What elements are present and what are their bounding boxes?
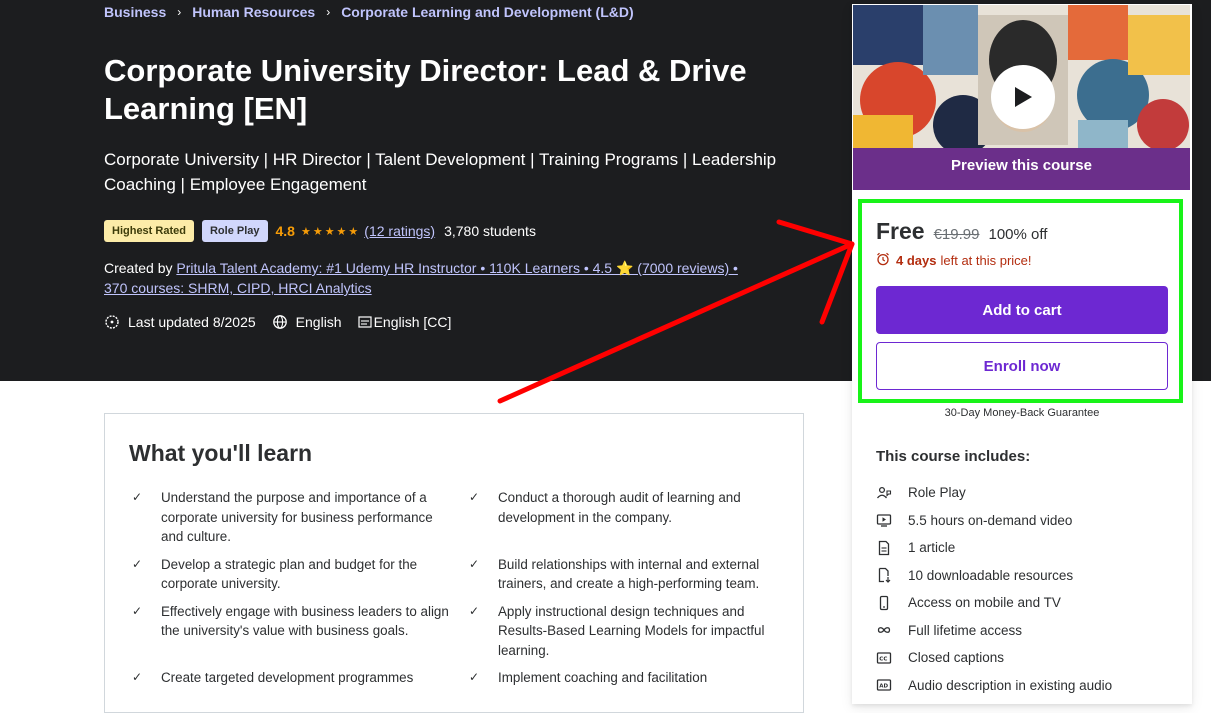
annotation-highlight-box — [858, 199, 1183, 403]
chevron-right-icon: › — [326, 5, 331, 19]
include-item: 1 article — [876, 534, 1112, 562]
include-item: Access on mobile and TV — [876, 589, 1112, 617]
course-meta: Last updated 8/2025 English English [CC] — [104, 314, 467, 330]
last-updated: Last updated 8/2025 — [104, 314, 256, 330]
check-icon: ✓ — [469, 556, 480, 571]
course-stats: Highest Rated Role Play 4.8 ★★★★★ (12 ra… — [104, 220, 536, 242]
check-icon: ✓ — [132, 490, 143, 504]
captions-text: English [CC] — [373, 314, 452, 330]
includes-list: Role Play 5.5 hours on-demand video 1 ar… — [876, 479, 1112, 699]
breadcrumb-business[interactable]: Business — [104, 4, 166, 20]
include-item: 10 downloadable resources — [876, 562, 1112, 590]
infinity-icon — [876, 622, 908, 638]
course-title: Corporate University Director: Lead & Dr… — [104, 53, 747, 126]
language-text: English — [295, 314, 342, 330]
mobile-icon — [876, 595, 908, 611]
include-item: Role Play — [876, 479, 1112, 507]
preview-course-label[interactable]: Preview this course — [853, 157, 1190, 174]
include-label: 5.5 hours on-demand video — [908, 512, 1073, 528]
globe-icon — [272, 314, 288, 330]
include-label: Access on mobile and TV — [908, 595, 1061, 611]
learn-item: ✓ Understand the purpose and importance o… — [129, 488, 466, 547]
chevron-right-icon: › — [177, 5, 182, 19]
include-label: Audio description in existing audio — [908, 677, 1113, 693]
include-item: AD Audio description in existing audio — [876, 672, 1112, 700]
check-icon: ✓ — [132, 670, 143, 684]
video-icon — [876, 512, 908, 528]
include-item: 5.5 hours on-demand video — [876, 507, 1112, 535]
course-preview[interactable]: Preview this course — [852, 4, 1191, 191]
captions-icon: CC — [876, 650, 908, 666]
include-label: Closed captions — [908, 650, 1005, 666]
captions: English [CC] — [357, 314, 452, 330]
language: English — [272, 314, 342, 330]
play-icon — [1015, 87, 1032, 107]
learn-item: ✓ Conduct a thorough audit of learning an… — [466, 488, 779, 547]
include-item: Full lifetime access — [876, 617, 1112, 645]
alert-clock-icon — [104, 314, 120, 330]
learn-item: ✓ Develop a strategic plan and budget for… — [129, 555, 466, 594]
last-updated-text: Last updated 8/2025 — [128, 314, 256, 330]
include-label: 10 downloadable resources — [908, 567, 1074, 583]
what-you-learn-box: What you'll learn ✓ Understand the purpos… — [104, 413, 804, 713]
download-icon — [876, 567, 908, 584]
breadcrumb-corporate-learning[interactable]: Corporate Learning and Development (L&D) — [341, 4, 633, 20]
play-button[interactable] — [991, 65, 1055, 129]
breadcrumb: Business › Human Resources › Corporate L… — [104, 4, 634, 20]
check-icon: ✓ — [132, 603, 143, 618]
learn-heading: What you'll learn — [129, 440, 313, 466]
ratings-count-link[interactable]: (12 ratings) — [364, 223, 435, 239]
check-icon: ✓ — [469, 603, 480, 618]
article-icon — [876, 540, 908, 556]
highest-rated-badge: Highest Rated — [104, 220, 194, 242]
instructor-link[interactable]: Pritula Talent Academy: #1 Udemy HR Inst… — [104, 260, 738, 296]
learn-item: ✓ Create targeted development programmes — [129, 668, 466, 688]
captions-icon — [357, 316, 372, 328]
learn-item: ✓ Implement coaching and facilitation — [466, 668, 779, 688]
audio-description-icon: AD — [876, 677, 908, 693]
star-rating-icon: ★★★★★ — [300, 225, 361, 238]
check-icon: ✓ — [132, 556, 143, 571]
check-icon: ✓ — [469, 670, 480, 684]
include-label: 1 article — [908, 540, 956, 556]
learn-item: ✓ Apply instructional design techniques a… — [466, 602, 779, 661]
learn-item: ✓ Effectively engage with business leader… — [129, 602, 466, 661]
includes-title: This course includes: — [876, 448, 1031, 465]
learn-item: ✓ Build relationships with internal and e… — [466, 555, 779, 594]
include-label: Full lifetime access — [908, 622, 1023, 638]
svg-text:CC: CC — [879, 656, 887, 662]
created-by-label: Created by — [104, 260, 173, 276]
svg-text:AD: AD — [879, 684, 888, 690]
role-play-icon — [876, 485, 908, 501]
breadcrumb-human-resources[interactable]: Human Resources — [192, 4, 315, 20]
money-back-guarantee: 30-Day Money-Back Guarantee — [944, 407, 1100, 419]
include-item: CC Closed captions — [876, 644, 1112, 672]
course-subtitle: Corporate University | HR Director | Tal… — [104, 150, 777, 194]
learn-list: ✓ Understand the purpose and importance o… — [129, 488, 779, 688]
check-icon: ✓ — [469, 490, 480, 504]
role-play-badge: Role Play — [201, 220, 268, 242]
include-label: Role Play — [908, 485, 966, 501]
rating-value: 4.8 — [275, 223, 295, 239]
created-by: Created by Pritula Talent Academy: #1 Ud… — [104, 258, 764, 298]
students-count: 3,780 students — [444, 223, 536, 239]
